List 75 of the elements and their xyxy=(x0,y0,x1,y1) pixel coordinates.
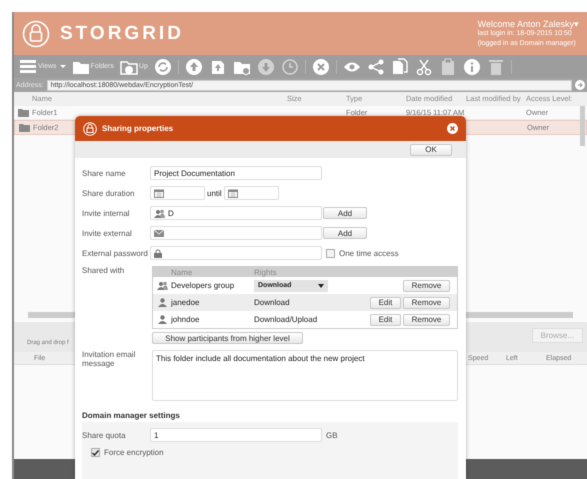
close-icon xyxy=(447,123,458,134)
field-label: Share quota xyxy=(82,430,127,440)
download-icon xyxy=(256,58,275,76)
input-field[interactable]: D xyxy=(150,206,322,220)
input-field[interactable]: 1 xyxy=(150,428,322,442)
folder-icon xyxy=(18,123,30,132)
date-field[interactable] xyxy=(150,186,205,200)
lock-icon xyxy=(154,248,162,258)
trash-icon xyxy=(486,58,505,76)
remove-button[interactable]: Remove xyxy=(403,280,450,292)
dropdown-arrow-icon xyxy=(318,284,324,288)
upload-button[interactable] xyxy=(184,58,203,76)
clock-icon xyxy=(280,58,299,76)
field-label: Invite internal xyxy=(82,208,131,218)
password-field[interactable] xyxy=(150,246,322,260)
users-icon xyxy=(154,208,165,218)
field-label: External password xyxy=(82,248,149,258)
users-icon xyxy=(156,281,168,290)
edit-button[interactable]: Edit xyxy=(370,314,401,326)
participant-name: johndoe xyxy=(171,315,200,324)
section-title: Domain manager settings xyxy=(82,411,458,422)
participant-name: janedoe xyxy=(171,298,200,307)
vertical-scrollbar[interactable] xyxy=(580,106,585,146)
info-icon xyxy=(462,58,481,76)
field-label: Invitation email message xyxy=(82,350,136,368)
refresh-button[interactable] xyxy=(154,58,172,76)
scissors-icon xyxy=(414,58,433,76)
checkbox-label: Force encryption xyxy=(104,448,164,457)
checkbox[interactable] xyxy=(326,248,335,258)
scissors-button[interactable] xyxy=(414,58,433,76)
check-icon xyxy=(92,450,99,456)
close-circle-button[interactable] xyxy=(312,58,330,76)
field-label: Shared with xyxy=(82,266,126,275)
remove-button[interactable]: Remove xyxy=(403,314,450,326)
logo-text: STORGRID xyxy=(60,22,184,44)
participant-name: Developers group xyxy=(171,281,236,290)
participant-row[interactable]: janedoe Download Edit Remove xyxy=(153,294,457,311)
input-field[interactable]: Project Documentation xyxy=(150,166,322,180)
edit-button[interactable]: Edit xyxy=(370,296,401,308)
share-icon xyxy=(366,58,385,76)
refresh-icon xyxy=(154,58,172,76)
remove-button[interactable]: Remove xyxy=(403,296,450,308)
copy-icon xyxy=(390,58,409,76)
upload-icon xyxy=(184,58,203,76)
copy-button[interactable] xyxy=(390,58,409,76)
field-label: Invite external xyxy=(82,228,133,238)
dialog-title: Sharing properties xyxy=(102,124,174,133)
participant-row[interactable]: johndoe Download/Upload Edit Remove xyxy=(153,311,457,328)
user-icon xyxy=(158,315,166,324)
user-icon xyxy=(158,298,166,307)
lock-logo-icon xyxy=(22,20,50,48)
date-field[interactable] xyxy=(224,186,279,200)
rights-text: Download/Upload xyxy=(254,315,318,324)
calendar-icon xyxy=(228,188,238,198)
folder-icon xyxy=(18,108,28,117)
envelope-icon xyxy=(154,230,164,236)
checkbox[interactable] xyxy=(91,448,100,457)
input-field[interactable] xyxy=(150,226,322,240)
field-label: Share name xyxy=(82,168,127,178)
add-button[interactable]: Add xyxy=(323,207,367,219)
until-label: until xyxy=(207,188,222,198)
info-button[interactable] xyxy=(462,58,481,76)
share-button[interactable] xyxy=(366,58,385,76)
field-label: Share duration xyxy=(82,188,136,198)
checkbox-label: One time access xyxy=(339,248,399,258)
close-circle-icon xyxy=(312,58,330,76)
message-field[interactable]: This folder include all documentation about the new project xyxy=(152,350,458,401)
add-button[interactable]: Add xyxy=(323,227,367,239)
unit-label: GB xyxy=(326,430,338,440)
ok-button[interactable]: OK xyxy=(410,144,452,156)
calendar-icon xyxy=(154,188,164,198)
show-participants-button[interactable]: Show participants from higher level xyxy=(152,332,303,344)
lock-icon xyxy=(83,122,97,136)
rights-text: Download xyxy=(254,298,290,307)
list-icon xyxy=(19,58,37,76)
